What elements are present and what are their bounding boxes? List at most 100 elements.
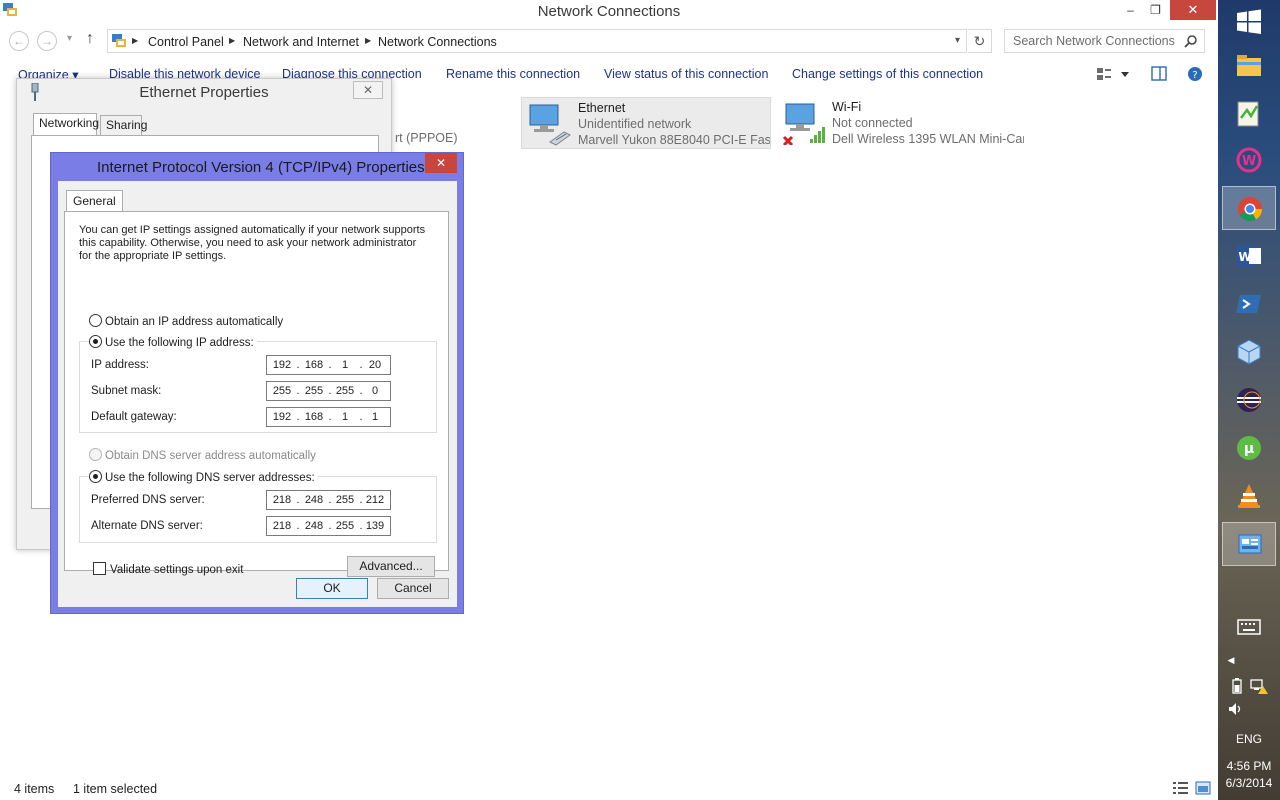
address-dropdown-icon[interactable]: ▾: [955, 35, 960, 46]
taskbar-chrome[interactable]: [1222, 186, 1276, 230]
taskbar-virtualbox[interactable]: [1222, 330, 1276, 374]
dialog-title: Ethernet Properties: [139, 84, 269, 101]
cancel-button[interactable]: Cancel: [377, 578, 449, 599]
taskbar-powershell[interactable]: [1222, 282, 1276, 326]
taskbar: W W µ ◀ ENG 4:56 PM 6/3/2014: [1218, 0, 1280, 800]
clock-time[interactable]: 4:56 PM: [1218, 759, 1280, 773]
back-button[interactable]: ←: [9, 31, 29, 51]
volume-icon[interactable]: [1228, 702, 1244, 716]
taskbar-eclipse[interactable]: [1222, 378, 1276, 422]
battery-icon[interactable]: [1231, 678, 1243, 694]
radio-disabled-icon: [89, 448, 102, 461]
octet: 255: [272, 385, 292, 397]
dialog-close-button[interactable]: ✕: [353, 81, 383, 99]
connection-status: Not connected: [832, 116, 913, 130]
breadcrumb-separator-icon[interactable]: ▶: [365, 36, 371, 45]
dialog-close-button[interactable]: ✕: [425, 153, 457, 173]
preview-pane-icon[interactable]: [1151, 66, 1167, 82]
wifi-adapter-icon: [782, 103, 825, 145]
octet: 255: [335, 494, 355, 506]
rename-connection-button[interactable]: Rename this connection: [446, 67, 580, 81]
alternate-dns-input[interactable]: 218. 248. 255. 139: [266, 516, 391, 536]
preferred-dns-input[interactable]: 218. 248. 255. 212: [266, 490, 391, 510]
tab-networking[interactable]: Networking: [33, 113, 99, 135]
octet: 248: [304, 520, 324, 532]
taskbar-vlc[interactable]: [1222, 474, 1276, 518]
restore-button[interactable]: ❐: [1142, 0, 1169, 20]
octet: 218: [272, 520, 292, 532]
close-button[interactable]: ✕: [1170, 0, 1216, 20]
change-settings-button[interactable]: Change settings of this connection: [792, 67, 983, 81]
validate-settings-checkbox[interactable]: Validate settings upon exit: [93, 562, 243, 576]
recent-locations-icon[interactable]: ▾: [67, 33, 72, 44]
search-input[interactable]: [1013, 34, 1178, 48]
breadcrumb-network-connections[interactable]: Network Connections: [378, 35, 497, 49]
breadcrumb-control-panel[interactable]: Control Panel: [148, 35, 224, 49]
search-box[interactable]: [1004, 29, 1205, 53]
default-gateway-input[interactable]: 192. 168. 1. 1: [266, 407, 391, 427]
ok-button[interactable]: OK: [296, 578, 368, 599]
connection-wifi[interactable]: Wi-Fi Not connected Dell Wireless 1395 W…: [776, 97, 1026, 149]
show-hidden-icons-icon[interactable]: ◀: [1200, 655, 1262, 666]
octet-dot: .: [296, 411, 300, 423]
clock-date[interactable]: 6/3/2014: [1218, 776, 1280, 790]
taskbar-file-explorer[interactable]: [1222, 44, 1276, 88]
octet: 168: [304, 411, 324, 423]
octet: 139: [365, 520, 385, 532]
obtain-dns-auto-radio[interactable]: Obtain DNS server address automatically: [89, 448, 316, 462]
connection-device: Marvell Yukon 88E8040 PCI-E Fast...: [578, 133, 770, 147]
notepad-plus-icon: [1237, 101, 1259, 127]
title-bar: Network Connections – ❐ ✕: [0, 0, 1218, 24]
use-following-ip-radio[interactable]: Use the following IP address:: [89, 335, 257, 349]
change-view-icon[interactable]: [1097, 66, 1131, 82]
breadcrumb-separator-icon[interactable]: ▶: [229, 36, 235, 45]
taskbar-utorrent[interactable]: µ: [1222, 426, 1276, 470]
minimize-button[interactable]: –: [1117, 0, 1144, 20]
input-language[interactable]: ENG: [1218, 732, 1280, 746]
tab-general[interactable]: General: [66, 190, 123, 212]
tab-sharing[interactable]: Sharing: [100, 115, 147, 135]
radio-label: Use the following DNS server addresses:: [105, 472, 315, 484]
obtain-ip-auto-radio[interactable]: Obtain an IP address automatically: [89, 314, 283, 328]
up-button[interactable]: ↑: [86, 30, 94, 48]
taskbar-wamp[interactable]: W: [1222, 138, 1276, 182]
forward-button[interactable]: →: [37, 31, 57, 51]
ip-address-input[interactable]: 192. 168. 1. 20: [266, 355, 391, 375]
utorrent-icon: µ: [1237, 436, 1261, 460]
radio-label: Use the following IP address:: [105, 337, 254, 349]
octet-dot: .: [328, 359, 332, 371]
refresh-button[interactable]: ↻: [968, 29, 992, 53]
eclipse-icon: [1237, 388, 1261, 412]
view-status-button[interactable]: View status of this connection: [604, 67, 768, 81]
ipv4-properties-dialog: Internet Protocol Version 4 (TCP/IPv4) P…: [50, 152, 464, 614]
taskbar-control-panel[interactable]: [1222, 522, 1276, 566]
advanced-button[interactable]: Advanced...: [347, 556, 435, 577]
connection-name: Wi-Fi: [832, 100, 862, 114]
breadcrumb-network-and-internet[interactable]: Network and Internet: [243, 35, 359, 49]
radio-label: Obtain an IP address automatically: [105, 316, 284, 328]
breadcrumb-separator-icon[interactable]: ▶: [132, 36, 138, 45]
taskbar-word[interactable]: W: [1222, 234, 1276, 278]
connection-device: Dell Wireless 1395 WLAN Mini-Card: [832, 132, 1024, 146]
octet: 255: [335, 385, 355, 397]
help-icon[interactable]: ?: [1187, 66, 1203, 82]
use-following-dns-radio[interactable]: Use the following DNS server addresses:: [89, 470, 318, 484]
pppoe-connection-partial[interactable]: rt (PPPOE): [395, 131, 458, 145]
octet: 192: [272, 359, 292, 371]
large-icons-view-icon[interactable]: [1195, 781, 1211, 795]
octet: 1: [371, 411, 379, 423]
connection-ethernet[interactable]: Ethernet Unidentified network Marvell Yu…: [521, 97, 771, 149]
subnet-mask-input[interactable]: 255. 255. 255. 0: [266, 381, 391, 401]
network-warning-icon[interactable]: [1250, 678, 1268, 694]
touch-keyboard-icon[interactable]: [1237, 618, 1261, 636]
start-button[interactable]: [1222, 0, 1276, 44]
address-bar[interactable]: ▶ Control Panel ▶ Network and Internet ▶…: [107, 29, 967, 53]
octet: 248: [304, 494, 324, 506]
octet: 1: [341, 411, 349, 423]
description-text: You can get IP settings assigned automat…: [79, 224, 426, 262]
taskbar-notepad-plus[interactable]: [1222, 92, 1276, 136]
search-icon[interactable]: [1184, 34, 1198, 48]
octet-dot: .: [328, 385, 332, 397]
connection-status: Unidentified network: [578, 117, 692, 131]
details-view-icon[interactable]: [1173, 781, 1189, 795]
